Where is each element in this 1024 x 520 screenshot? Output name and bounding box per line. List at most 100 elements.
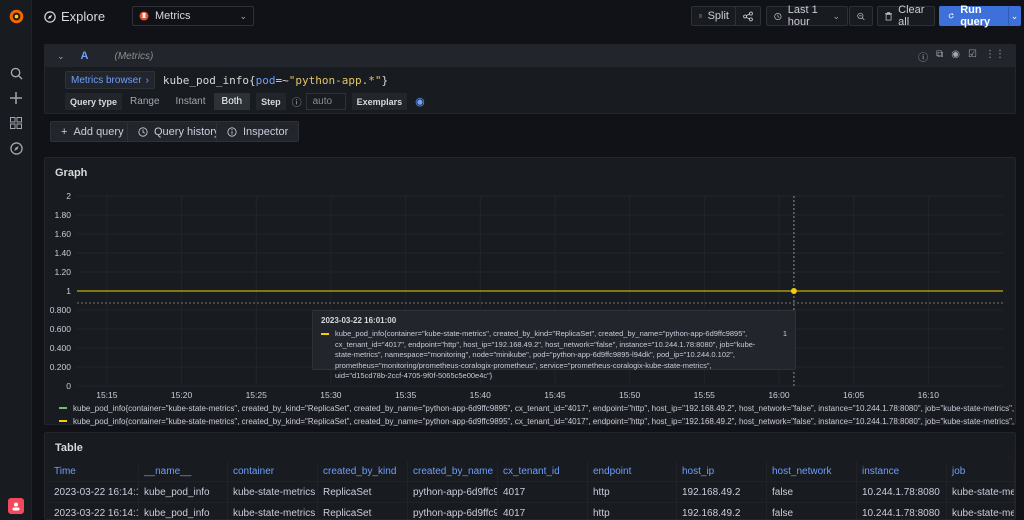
top-bar: Explore Metrics ⌄ Split Last 1 hour ⌄ Cl…: [32, 0, 1024, 32]
expr-label: pod: [255, 73, 276, 87]
clock-icon: [774, 12, 782, 20]
inspector-label: Inspector: [243, 125, 289, 138]
query-type-label: Query type: [65, 93, 123, 110]
table-panel: Table Time __name__ container created_by_ki…: [44, 432, 1016, 520]
clear-all-button[interactable]: Clear all: [877, 4, 935, 28]
column-header[interactable]: host_network: [767, 461, 857, 481]
column-header[interactable]: __name__: [139, 461, 228, 481]
query-type-both[interactable]: Both: [213, 93, 251, 110]
run-query-dropdown[interactable]: ⌄: [1007, 7, 1020, 25]
metrics-browser-button[interactable]: Metrics browser ›: [65, 71, 155, 89]
search-icon[interactable]: [8, 65, 24, 81]
graph-title: Graph: [55, 167, 88, 179]
split-button[interactable]: Split: [691, 6, 737, 26]
column-header[interactable]: created_by_name: [408, 461, 498, 481]
table-cell: python-app-6d9ffc9...: [408, 482, 498, 502]
side-nav: [0, 0, 32, 520]
table-cell: 2023-03-22 16:14:1...: [49, 482, 139, 502]
column-header[interactable]: container: [228, 461, 318, 481]
info-icon: [227, 126, 237, 137]
results-table: Time __name__ container created_by_kind crea…: [49, 461, 1015, 519]
query-row-header: ⌄ A (Metrics) ⓘ ⧉ ◉ ☑ ⋮⋮: [45, 45, 1015, 67]
datasource-picker[interactable]: Metrics ⌄: [132, 6, 254, 26]
step-input[interactable]: auto: [305, 93, 346, 110]
table-header-row: Time __name__ container created_by_kind crea…: [49, 461, 1015, 482]
column-header[interactable]: cx_tenant_id: [498, 461, 588, 481]
query-type-range[interactable]: Range: [122, 93, 167, 110]
exemplars-label: Exemplars: [351, 93, 408, 110]
column-header[interactable]: endpoint: [588, 461, 677, 481]
table-cell: 4017: [498, 482, 588, 502]
share-button[interactable]: [735, 6, 761, 26]
exemplars-eye-icon[interactable]: ◉: [415, 95, 425, 108]
table-cell: kube-state-metrics: [228, 482, 318, 502]
explore-compass-icon[interactable]: [8, 140, 24, 156]
legend-swatch: [59, 407, 67, 409]
table-cell: false: [767, 503, 857, 519]
table-cell: ReplicaSet: [318, 482, 408, 502]
query-type-instant[interactable]: Instant: [168, 93, 214, 110]
inspector-button[interactable]: Inspector: [216, 121, 300, 142]
tooltip-time: 2023-03-22 16:01:00: [321, 316, 397, 325]
query-expression-input[interactable]: kube_pod_info{pod=~"python-app.*"}: [163, 74, 388, 87]
table-cell: ReplicaSet: [318, 503, 408, 519]
eye-icon[interactable]: ◉: [951, 49, 960, 64]
add-query-button[interactable]: + Add query: [50, 121, 135, 142]
legend-item[interactable]: kube_pod_info{container="kube-state-metr…: [59, 415, 1015, 427]
step-label: Step: [256, 93, 286, 110]
run-query-label: Run query: [960, 4, 991, 28]
zoom-out-button[interactable]: [849, 6, 873, 26]
column-header[interactable]: instance: [857, 461, 947, 481]
time-range-label: Last 1 hour: [787, 4, 818, 28]
x-tick-label: 15:20: [171, 390, 193, 400]
chevron-right-icon: ›: [145, 74, 149, 86]
run-query-main[interactable]: Run query: [940, 4, 1002, 28]
expr-value: "python-app.*": [288, 73, 382, 87]
tooltip-body: kube_pod_info{container="kube-state-metr…: [321, 329, 787, 382]
tooltip-series: kube_pod_info{container="kube-state-metr…: [335, 329, 756, 380]
y-tick-label: 1.80: [54, 210, 71, 220]
datasource-logo-icon: [139, 11, 149, 21]
table-row: 2023-03-22 16:14:1...kube_pod_infokube-s…: [49, 482, 1015, 503]
y-tick-label: 0: [66, 381, 71, 391]
y-tick-label: 0.400: [50, 343, 72, 353]
clear-all-label: Clear all: [898, 4, 925, 28]
explore-compass-icon: [44, 10, 56, 23]
split-label: Split: [707, 10, 729, 22]
x-tick-label: 15:25: [246, 390, 268, 400]
legend-swatch: [59, 420, 67, 422]
collapse-chevron-icon[interactable]: ⌄: [57, 51, 65, 62]
query-ref-id[interactable]: A: [81, 50, 89, 62]
plus-icon[interactable]: [8, 90, 24, 106]
metrics-browser-label: Metrics browser: [71, 74, 142, 86]
drag-handle-icon[interactable]: ⋮⋮: [985, 49, 1005, 64]
user-avatar[interactable]: [8, 498, 24, 514]
x-tick-label: 15:30: [320, 390, 342, 400]
column-header[interactable]: Time: [49, 461, 139, 481]
grafana-logo-icon[interactable]: [8, 8, 25, 25]
datasource-name: Metrics: [155, 10, 191, 22]
y-tick-label: 0.200: [50, 362, 72, 372]
query-history-label: Query history: [154, 125, 220, 138]
help-icon[interactable]: ⓘ: [918, 49, 928, 64]
trash-icon[interactable]: ☑: [968, 49, 977, 64]
page-title: Explore: [44, 9, 105, 24]
expr-metric: kube_pod_info: [162, 73, 250, 87]
dashboards-icon[interactable]: [8, 115, 24, 131]
plus-icon: +: [61, 125, 68, 138]
y-tick-label: 1: [66, 286, 71, 296]
duplicate-icon[interactable]: ⧉: [936, 49, 943, 64]
x-tick-label: 15:40: [470, 390, 492, 400]
query-history-button[interactable]: Query history: [127, 121, 231, 142]
x-tick-label: 15:35: [395, 390, 417, 400]
zoom-out-icon: [857, 12, 865, 20]
legend-item[interactable]: kube_pod_info{container="kube-state-metr…: [59, 402, 1015, 414]
column-header[interactable]: job: [947, 461, 1015, 481]
run-query-button[interactable]: Run query ⌄: [939, 4, 1021, 28]
column-header[interactable]: created_by_kind: [318, 461, 408, 481]
table-cell: false: [767, 482, 857, 502]
time-range-picker[interactable]: Last 1 hour ⌄: [766, 4, 848, 28]
column-header[interactable]: host_ip: [677, 461, 767, 481]
table-cell: http: [588, 503, 677, 519]
hover-point: [790, 288, 797, 294]
